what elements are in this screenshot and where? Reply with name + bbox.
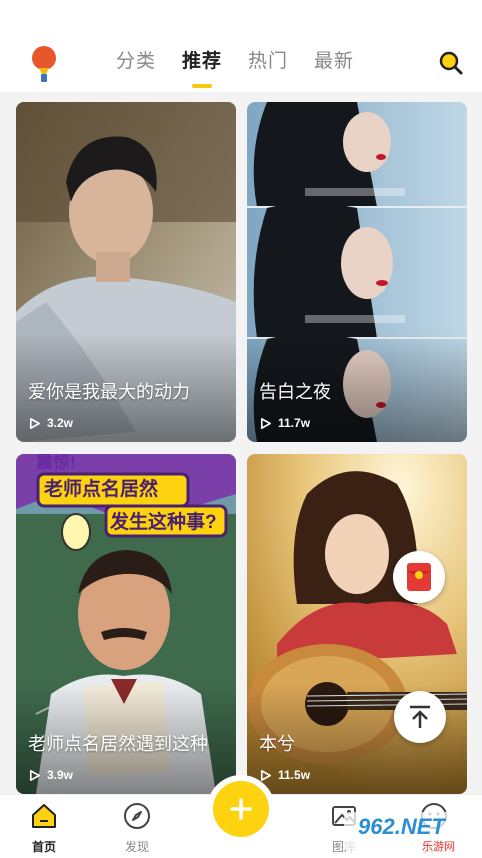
publish-button[interactable]	[213, 781, 269, 837]
plus-icon	[230, 798, 252, 820]
play-icon	[260, 769, 271, 781]
play-icon	[260, 417, 271, 429]
banner-line-3: 发生这种事?	[110, 512, 217, 533]
nav-label: 发现	[124, 840, 149, 854]
tab-hot[interactable]: 热门	[248, 48, 288, 76]
red-packet-icon	[407, 563, 431, 591]
top-bar: 分类 推荐 热门 最新	[0, 0, 482, 92]
category-tabs: 分类 推荐 热门 最新	[116, 48, 354, 76]
tab-recommend[interactable]: 推荐	[182, 48, 222, 76]
view-count-text: 11.7w	[278, 416, 311, 430]
nav-label: 首页	[31, 840, 56, 854]
watermark-subtext: 乐游网	[422, 841, 455, 853]
view-count: 11.7w	[259, 416, 310, 430]
banner-line-2: 老师点名居然	[44, 479, 159, 500]
nav-discover[interactable]: 发现	[107, 801, 167, 855]
view-count-text: 11.5w	[278, 768, 311, 782]
home-icon	[32, 804, 56, 828]
view-count-text: 3.9w	[47, 768, 74, 782]
view-count: 3.2w	[28, 416, 73, 430]
watermark-text: 962.NET	[358, 814, 445, 839]
nav-home[interactable]: 首页	[14, 801, 74, 855]
view-count: 11.5w	[259, 768, 310, 782]
video-card[interactable]: 震惊! 老师点名居然 发生这种事? 老师点名居然遇到这种 3.9w	[16, 454, 236, 794]
tab-latest[interactable]: 最新	[314, 48, 354, 76]
tab-category[interactable]: 分类	[116, 48, 156, 76]
video-title: 爱你是我最大的动力	[28, 382, 190, 402]
video-title: 本兮	[259, 734, 295, 754]
arrow-up-icon	[410, 705, 430, 728]
balloon-logo-icon[interactable]	[29, 44, 59, 84]
watermark-overlay: 962.NET 乐游网	[344, 806, 482, 858]
video-title: 老师点名居然遇到这种	[28, 734, 208, 754]
video-card[interactable]: 本兮 11.5w	[247, 454, 467, 794]
back-to-top-button[interactable]	[394, 691, 446, 743]
banner-line-1: 震惊!	[36, 454, 76, 472]
play-icon	[29, 769, 40, 781]
video-feed: 爱你是我最大的动力 3.2w 告白之夜 11.7w 震惊! 老师点名居然 发生这…	[0, 92, 482, 794]
view-count: 3.9w	[28, 768, 73, 782]
search-icon[interactable]	[438, 50, 464, 76]
view-count-text: 3.2w	[47, 416, 74, 430]
play-icon	[29, 417, 40, 429]
video-card[interactable]: 爱你是我最大的动力 3.2w	[16, 102, 236, 442]
video-card[interactable]: 告白之夜 11.7w	[247, 102, 467, 442]
red-packet-button[interactable]	[393, 551, 445, 603]
compass-icon	[124, 803, 150, 829]
video-title: 告白之夜	[259, 382, 331, 402]
